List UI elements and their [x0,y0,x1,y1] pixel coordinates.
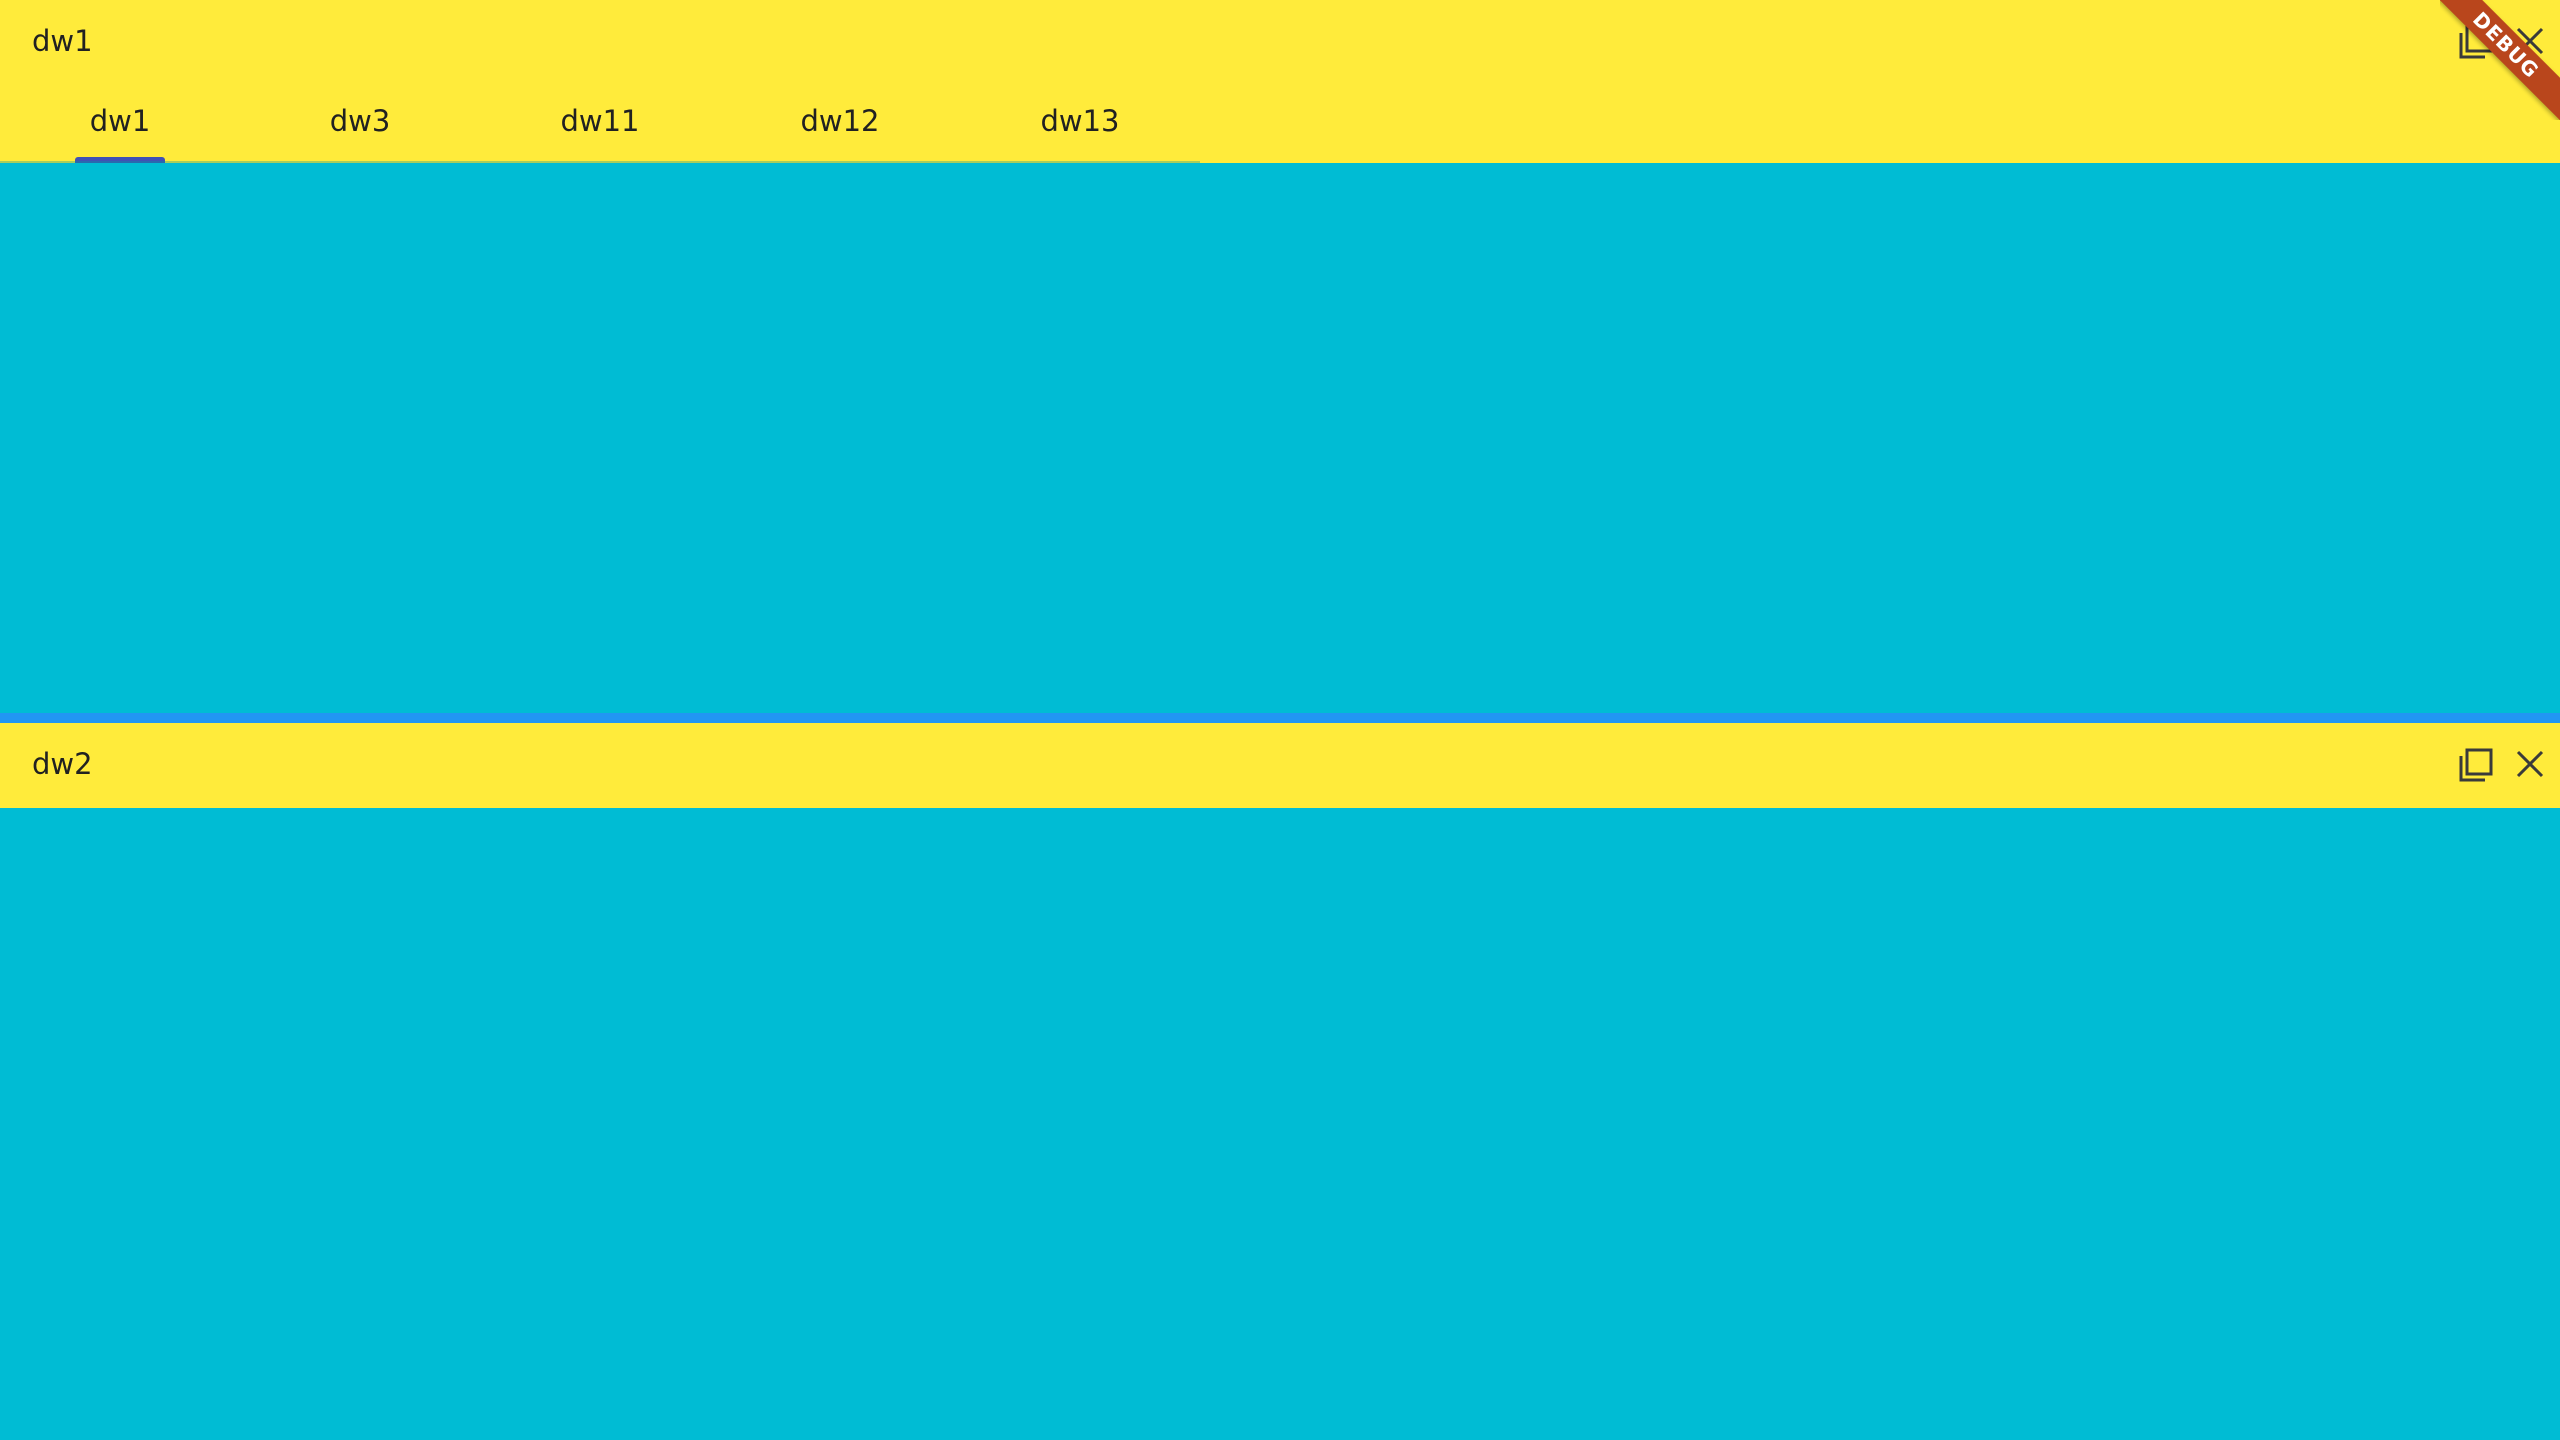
maximize-icon [2459,25,2493,59]
close-button[interactable] [2508,19,2552,63]
panel-header-top: dw1 dw1 dw3 dw11 dw12 dw13 [0,0,2560,163]
close-icon [2516,27,2544,55]
maximize-button[interactable] [2455,742,2499,786]
tab-dw1[interactable]: dw1 [20,82,220,163]
tab-dw3[interactable]: dw3 [260,82,460,163]
tab-label: dw3 [329,104,391,138]
panel-title: dw1 [32,24,93,58]
tab-dw12[interactable]: dw12 [740,82,940,163]
maximize-button[interactable] [2455,19,2499,63]
tab-label: dw1 [89,104,151,138]
close-icon [2516,750,2544,778]
tab-dw13[interactable]: dw13 [980,82,1180,163]
title-bar-top[interactable]: dw1 [0,0,2560,82]
maximize-icon [2459,748,2493,782]
tab-label: dw12 [800,104,880,138]
tab-label: dw13 [1040,104,1120,138]
tab-bar: dw1 dw3 dw11 dw12 dw13 [0,82,1200,163]
tab-bar-underline [0,161,1200,163]
close-button[interactable] [2508,742,2552,786]
panel-title: dw2 [32,747,93,781]
pane-splitter[interactable] [0,713,2560,723]
tab-label: dw11 [560,104,640,138]
panel-header-bottom: dw2 [0,723,2560,808]
tab-dw11[interactable]: dw11 [500,82,700,163]
title-bar-bottom[interactable]: dw2 [0,723,2560,805]
dock-panel-top: dw1 dw1 dw3 dw11 dw12 dw13 [0,0,2560,713]
dock-panel-bottom: dw2 [0,723,2560,1440]
